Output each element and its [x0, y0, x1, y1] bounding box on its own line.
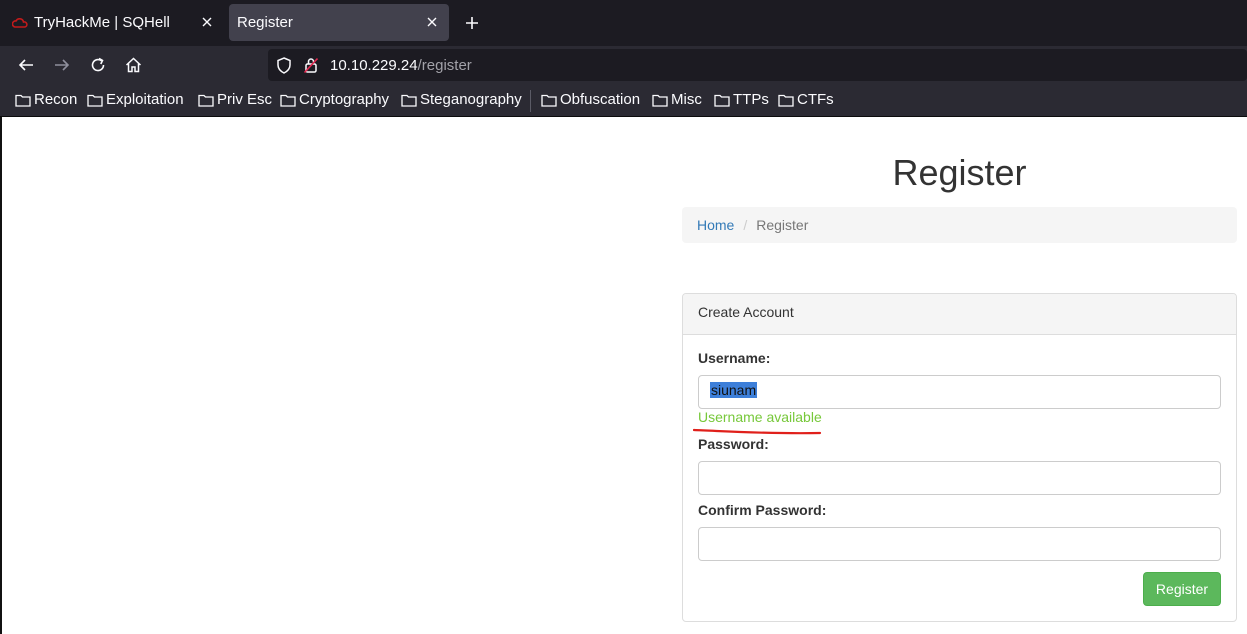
confirm-password-label: Confirm Password: — [698, 502, 827, 518]
tab-tryhackme[interactable]: TryHackMe | SQHell — [6, 4, 224, 41]
bookmarks-toolbar: Recon Exploitation Priv Esc Cryptography… — [0, 84, 1247, 117]
bookmark-separator — [530, 90, 531, 112]
register-button[interactable]: Register — [1143, 572, 1221, 606]
arrow-right-icon — [55, 59, 70, 71]
page-title: Register — [892, 152, 1027, 193]
home-icon — [125, 57, 141, 73]
bookmark-folder-ctfs[interactable]: CTFs — [778, 91, 834, 108]
folder-icon — [87, 94, 103, 107]
folder-icon — [541, 94, 557, 107]
page-content: Register Home / Register Create Account … — [0, 117, 1247, 634]
bookmark-label: Recon — [34, 91, 78, 108]
folder-icon — [15, 94, 31, 107]
tab-label: Register — [237, 14, 293, 31]
new-tab-button[interactable] — [461, 12, 483, 34]
home-button[interactable] — [123, 55, 143, 75]
bookmark-folder-misc[interactable]: Misc — [652, 91, 702, 108]
folder-icon — [280, 94, 296, 107]
bookmark-folder-exploitation[interactable]: Exploitation — [87, 91, 184, 108]
breadcrumb: Home / Register — [682, 207, 1237, 243]
confirm-password-field[interactable] — [698, 527, 1221, 561]
tab-register[interactable]: Register — [229, 4, 449, 41]
shield-icon[interactable] — [276, 57, 292, 79]
navigation-toolbar: 10.10.229.24/register — [0, 46, 1247, 84]
folder-icon — [198, 94, 214, 107]
bookmark-label: Cryptography — [299, 91, 390, 108]
tab-strip: TryHackMe | SQHell Register — [0, 0, 1247, 46]
bookmark-folder-steganography[interactable]: Steganography — [401, 91, 522, 108]
bookmark-label: Misc — [671, 91, 702, 108]
address-bar[interactable]: 10.10.229.24/register — [268, 49, 1247, 81]
folder-icon — [652, 94, 668, 107]
bookmark-label: Obfuscation — [560, 91, 641, 108]
reload-button[interactable] — [88, 55, 108, 75]
reload-icon — [91, 57, 105, 72]
close-tab-icon[interactable] — [423, 13, 441, 31]
breadcrumb-current: Register — [756, 217, 809, 233]
password-label: Password: — [698, 436, 769, 452]
folder-icon — [714, 94, 730, 107]
forward-button[interactable] — [52, 55, 72, 75]
url-host: 10.10.229.24 — [330, 57, 418, 74]
bookmark-label: TTPs — [733, 91, 769, 108]
breadcrumb-separator: / — [743, 217, 748, 233]
bookmark-folder-obfuscation[interactable]: Obfuscation — [541, 91, 640, 108]
bookmark-label: Exploitation — [106, 91, 184, 108]
close-tab-icon[interactable] — [198, 13, 216, 31]
insecure-lock-icon[interactable] — [303, 57, 319, 78]
username-status: Username available — [698, 409, 822, 425]
bookmark-folder-recon[interactable]: Recon — [15, 91, 77, 108]
arrow-left-icon — [18, 59, 33, 71]
password-field[interactable] — [698, 461, 1221, 495]
annotation-underline — [693, 428, 822, 435]
folder-icon — [401, 94, 417, 107]
bookmark-label: CTFs — [797, 91, 834, 108]
tab-label: TryHackMe | SQHell — [34, 14, 170, 31]
back-button[interactable] — [16, 55, 36, 75]
url-text[interactable]: 10.10.229.24/register — [330, 57, 472, 74]
create-account-panel: Create Account Username: siunam Username… — [682, 293, 1237, 622]
folder-icon — [778, 94, 794, 107]
username-field[interactable]: siunam — [698, 375, 1221, 409]
bookmark-folder-cryptography[interactable]: Cryptography — [280, 91, 389, 108]
username-label: Username: — [698, 350, 771, 366]
bookmark-folder-ttps[interactable]: TTPs — [714, 91, 769, 108]
bookmark-label: Steganography — [420, 91, 522, 108]
tryhackme-icon — [12, 15, 28, 31]
bookmark-label: Priv Esc — [217, 91, 273, 108]
panel-heading: Create Account — [683, 294, 1236, 335]
username-value: siunam — [710, 382, 758, 398]
url-path: /register — [417, 57, 472, 74]
breadcrumb-home-link[interactable]: Home — [697, 217, 734, 233]
bookmark-folder-priv-esc[interactable]: Priv Esc — [198, 91, 272, 108]
